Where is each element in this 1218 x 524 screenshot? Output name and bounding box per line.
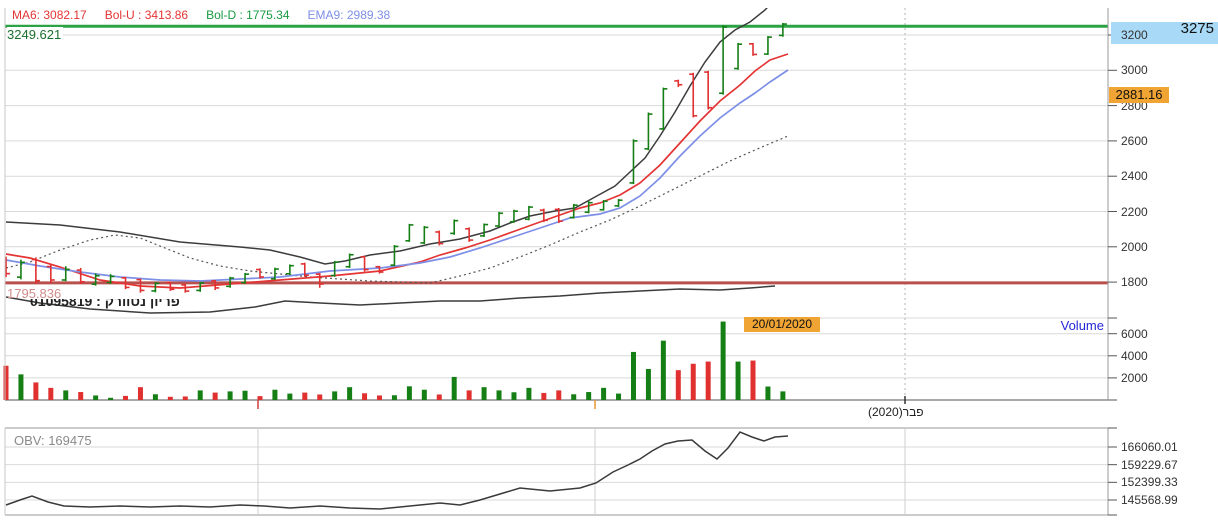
indicator-legend: MA6: 3082.17 Bol-U : 3413.86 Bol-D : 177… (12, 8, 390, 22)
indicator-ma6: MA6: 3082.17 (12, 8, 87, 22)
upper-level-label: 3249.621 (7, 27, 63, 42)
volume-axis-tick-label: 2000 (1121, 371, 1148, 385)
obv-axis-tick-label: 166060.01 (1121, 440, 1178, 454)
x-axis-month-label: פבר(2020) (868, 405, 924, 419)
indicator-ema9: EMA9: 2989.38 (308, 8, 391, 22)
price-axis-tick-label: 2200 (1121, 205, 1148, 219)
obv-pane[interactable] (5, 428, 1108, 515)
cursor-price-badge: 2881.16 (1109, 87, 1169, 103)
indicator-bol-d: Bol-D : 1775.34 (206, 8, 289, 22)
price-axis-tick-label: 3200 (1121, 28, 1148, 42)
price-axis-tick-label: 2400 (1121, 169, 1148, 183)
chart-window: MA6: 3082.17 Bol-U : 3413.86 Bol-D : 177… (0, 0, 1218, 524)
price-axis-tick-label: 2000 (1121, 240, 1148, 254)
last-price-label: 3275 (1160, 20, 1214, 37)
indicator-bol-u: Bol-U : 3413.86 (105, 8, 188, 22)
volume-pane[interactable] (5, 318, 1108, 400)
price-axis-tick-label: 3000 (1121, 63, 1148, 77)
price-axis-tick-label: 1800 (1121, 275, 1148, 289)
obv-axis-tick-label: 152399.33 (1121, 475, 1178, 489)
volume-axis-tick-label: 6000 (1121, 327, 1148, 341)
cursor-date-badge: 20/01/2020 (744, 317, 820, 332)
price-axis-tick-label: 2600 (1121, 134, 1148, 148)
volume-pane-title: Volume (1000, 318, 1104, 333)
volume-axis-tick-label: 4000 (1121, 349, 1148, 363)
price-pane[interactable] (5, 8, 1108, 318)
obv-axis-tick-label: 159229.67 (1121, 458, 1178, 472)
obv-axis-tick-label: 145568.99 (1121, 493, 1178, 507)
obv-title-label: OBV: 169475 (14, 433, 92, 448)
security-name-label: פריון נטוורק : 01095819 (30, 299, 180, 312)
